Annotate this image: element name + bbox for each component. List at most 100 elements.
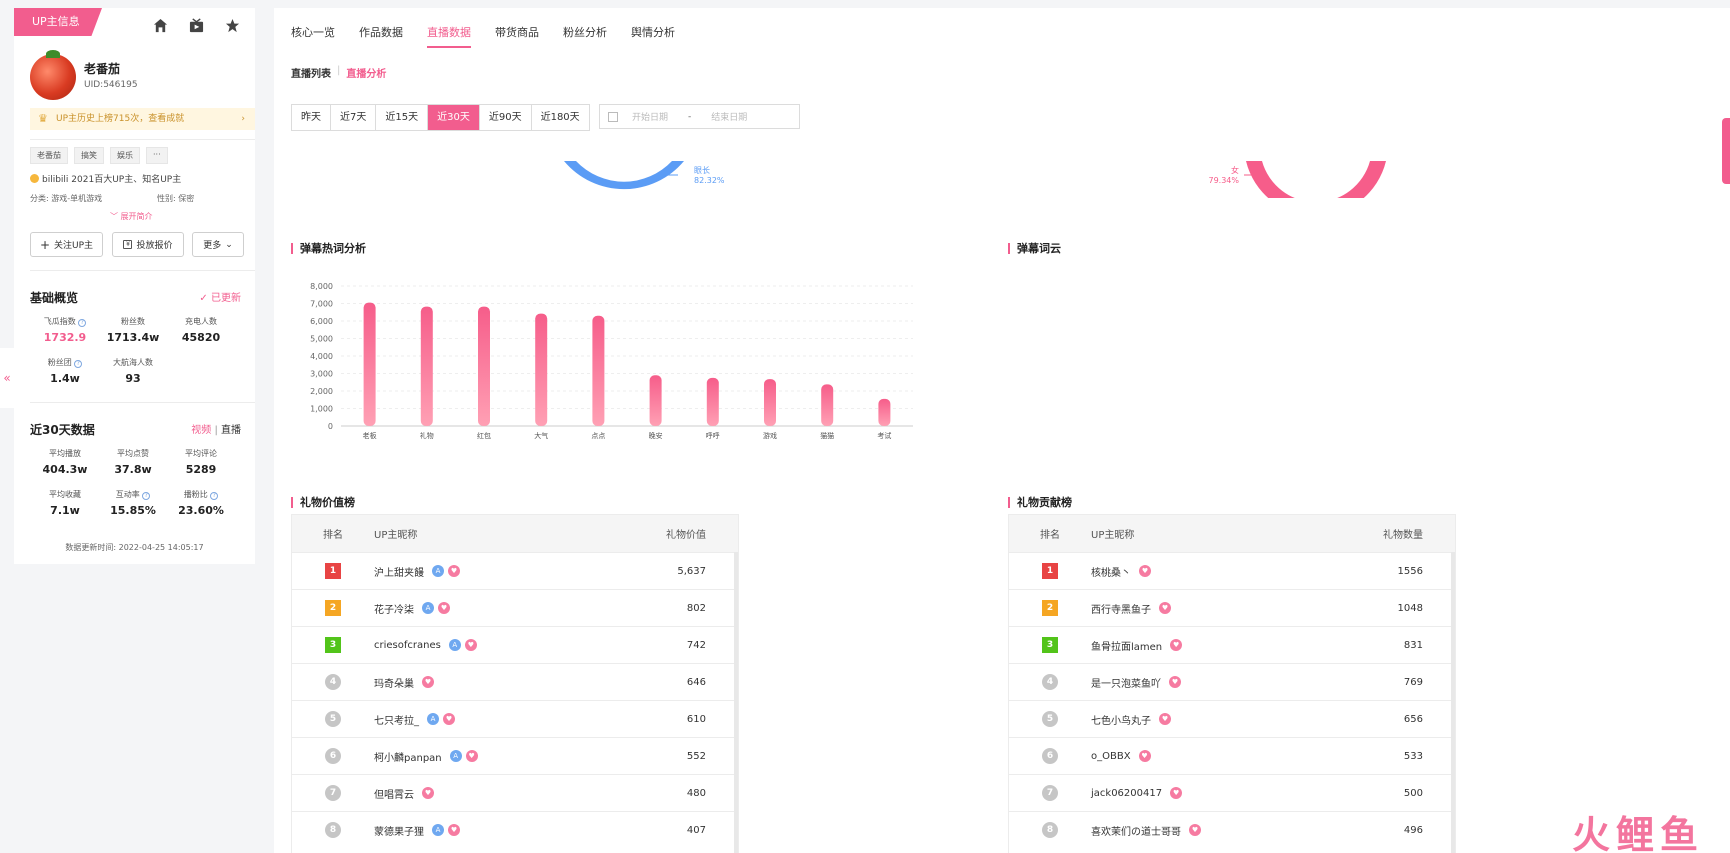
table-row[interactable]: 1 核桃桑丶 ♥ 1556: [1009, 552, 1455, 589]
start-date[interactable]: 开始日期: [632, 110, 668, 123]
table-row[interactable]: 4 是一只泡菜鱼吖 ♥ 769: [1009, 663, 1455, 700]
tag-item[interactable]: 娱乐: [110, 147, 140, 164]
follow-button[interactable]: + 关注UP主: [30, 232, 103, 257]
user-nickname[interactable]: 七只考拉_: [374, 712, 419, 727]
bar[interactable]: [878, 398, 891, 426]
tab-live[interactable]: 直播数据: [427, 24, 471, 48]
tab-sentiment[interactable]: 舆情分析: [631, 24, 675, 48]
subnav-live-analysis[interactable]: 直播分析: [346, 65, 386, 80]
table-row[interactable]: 6 o_OBBX ♥ 533: [1009, 737, 1455, 774]
collapse-sidebar-icon[interactable]: «: [0, 348, 14, 408]
bar[interactable]: [478, 306, 490, 426]
x-tick-label: 礼物: [420, 431, 434, 440]
history-text: UP主历史上榜715次，查看成就: [56, 114, 185, 124]
home-icon[interactable]: [151, 16, 169, 34]
info-icon[interactable]: ?: [78, 319, 87, 327]
video-icon[interactable]: [187, 16, 205, 34]
page-scroll-handle[interactable]: [1722, 118, 1730, 184]
table-row[interactable]: 5 七色小鸟丸子 ♥ 656: [1009, 700, 1455, 737]
tab-fans[interactable]: 粉丝分析: [563, 24, 607, 48]
end-date[interactable]: 结束日期: [711, 110, 747, 123]
scrollbar[interactable]: [734, 552, 738, 853]
range-7d[interactable]: 近7天: [331, 105, 377, 130]
table-row[interactable]: 5 七只考拉_ A ♥ 610: [292, 700, 738, 737]
donut-left-label: 眼长 82.32%: [694, 166, 725, 185]
bar[interactable]: [592, 315, 605, 426]
y-tick-label: 5,000: [310, 335, 333, 344]
table-row[interactable]: 3 criesofcranes A ♥ 742: [292, 626, 738, 663]
table-row[interactable]: 7 jack06200417 ♥ 500: [1009, 774, 1455, 811]
user-nickname[interactable]: 花子冷柒: [374, 601, 414, 616]
y-tick-label: 4,000: [310, 352, 333, 361]
info-icon[interactable]: ?: [210, 492, 219, 500]
tab-works[interactable]: 作品数据: [359, 24, 403, 48]
expand-intro-link[interactable]: ﹀ 展开简介: [110, 211, 153, 222]
user-nickname[interactable]: 蒙德果子狸: [374, 823, 424, 838]
stat-guard: 大航海人数 93: [113, 358, 153, 385]
user-nickname[interactable]: 喜欢茉们の道士哥哥: [1091, 823, 1181, 838]
user-nickname[interactable]: o_OBBX: [1091, 751, 1131, 762]
bar[interactable]: [363, 302, 376, 426]
user-nickname[interactable]: 是一只泡菜鱼吖: [1091, 675, 1161, 690]
range-90d[interactable]: 近90天: [480, 105, 532, 130]
info-icon[interactable]: ?: [142, 492, 151, 500]
info-icon[interactable]: ?: [74, 360, 83, 368]
bar[interactable]: [821, 384, 834, 426]
range-15d[interactable]: 近15天: [376, 105, 429, 130]
y-tick-label: 3,000: [310, 370, 333, 379]
user-nickname[interactable]: 柯小麟panpan: [374, 749, 442, 764]
gift-contrib-title: 礼物贡献榜: [1008, 497, 1072, 508]
main-tabs: 核心一览 作品数据 直播数据 带货商品 粉丝分析 舆情分析: [291, 24, 675, 48]
history-banner[interactable]: ♛ UP主历史上榜715次，查看成就 ›: [30, 108, 255, 130]
range-yesterday[interactable]: 昨天: [292, 105, 331, 130]
stat-avg-comment: 平均评论 5289: [185, 449, 217, 476]
bar[interactable]: [420, 306, 433, 426]
scrollbar[interactable]: [1451, 552, 1455, 853]
x-tick-label: 晚安: [649, 431, 663, 440]
user-nickname[interactable]: criesofcranes: [374, 640, 441, 651]
user-nickname[interactable]: 西行寺黑鱼子: [1091, 601, 1151, 616]
stat-avg-play: 平均播放 404.3w: [42, 449, 88, 476]
user-nickname[interactable]: 玛奇朵巢: [374, 675, 414, 690]
switch-sep: |: [214, 425, 218, 436]
tab-goods[interactable]: 带货商品: [495, 24, 539, 48]
table-row[interactable]: 2 花子冷柒 A ♥ 802: [292, 589, 738, 626]
range-30d[interactable]: 近30天: [428, 105, 480, 130]
table-row[interactable]: 6 柯小麟panpan A ♥ 552: [292, 737, 738, 774]
more-button[interactable]: 更多 ⌄: [192, 232, 244, 257]
gift-value-title: 礼物价值榜: [291, 497, 355, 508]
bar[interactable]: [649, 375, 662, 426]
bar[interactable]: [535, 313, 548, 426]
table-row[interactable]: 8 蒙德果子狸 A ♥ 407: [292, 811, 738, 848]
user-nickname[interactable]: 沪上甜夹饅: [374, 564, 424, 579]
tag-item[interactable]: 老番茄: [30, 147, 68, 164]
subnav-live-list[interactable]: 直播列表: [291, 65, 331, 80]
user-nickname[interactable]: jack06200417: [1091, 788, 1162, 799]
table-row[interactable]: 1 沪上甜夹饅 A ♥ 5,637: [292, 552, 738, 589]
user-nickname[interactable]: 核桃桑丶: [1091, 564, 1131, 579]
table-row[interactable]: 2 西行寺黑鱼子 ♥ 1048: [1009, 589, 1455, 626]
bar[interactable]: [764, 379, 776, 426]
table-row[interactable]: 8 喜欢茉们の道士哥哥 ♥ 496: [1009, 811, 1455, 848]
row-value: 496: [1403, 824, 1423, 836]
switch-video[interactable]: 视频: [191, 425, 211, 436]
range-180d[interactable]: 近180天: [532, 105, 589, 130]
chevron-down-icon: ﹀: [110, 212, 118, 221]
tab-core[interactable]: 核心一览: [291, 24, 335, 48]
user-nickname[interactable]: 但唱霄云: [374, 786, 414, 801]
row-value: 1556: [1397, 565, 1423, 577]
quote-button[interactable]: ¥ 投放报价: [112, 232, 184, 257]
tag-more[interactable]: ···: [146, 147, 168, 164]
level-badge-icon: A: [449, 750, 462, 762]
bar[interactable]: [706, 377, 719, 426]
date-range-picker[interactable]: 开始日期 - 结束日期: [599, 104, 800, 129]
table-row[interactable]: 3 鱼骨拉面lamen ♥ 831: [1009, 626, 1455, 663]
star-icon[interactable]: [223, 16, 241, 34]
rank-badge: 5: [1042, 711, 1058, 727]
switch-live[interactable]: 直播: [221, 425, 241, 436]
user-nickname[interactable]: 七色小鸟丸子: [1091, 712, 1151, 727]
user-nickname[interactable]: 鱼骨拉面lamen: [1091, 638, 1162, 653]
table-row[interactable]: 4 玛奇朵巢 ♥ 646: [292, 663, 738, 700]
tag-item[interactable]: 搞笑: [74, 147, 104, 164]
table-row[interactable]: 7 但唱霄云 ♥ 480: [292, 774, 738, 811]
